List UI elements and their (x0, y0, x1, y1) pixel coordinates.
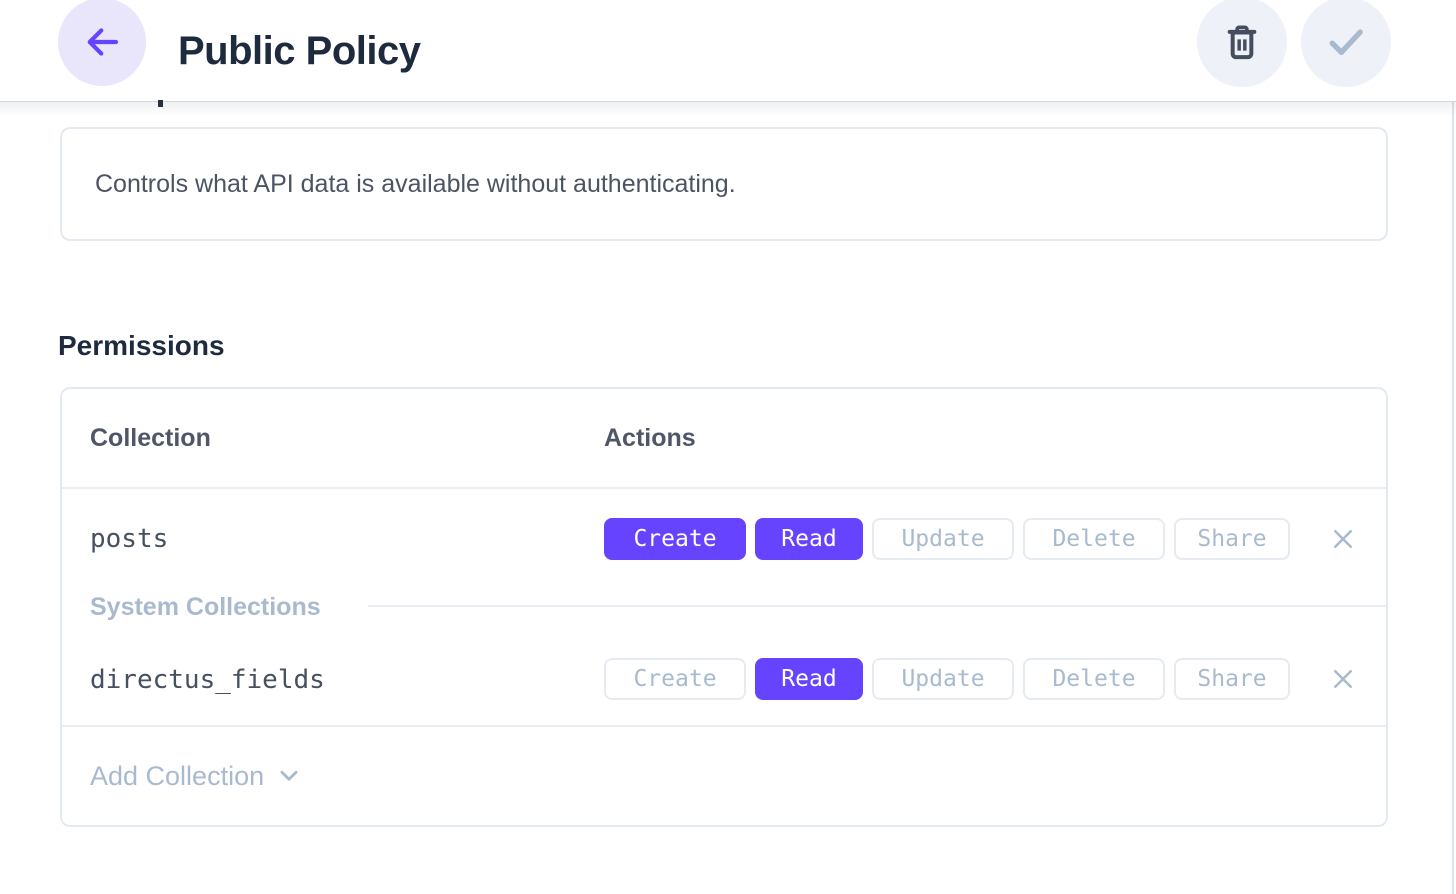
description-input[interactable]: Controls what API data is available with… (60, 127, 1388, 241)
actions-group-posts: Create Read Update Delete Share (604, 518, 1290, 560)
collection-name-directus-fields: directus_fields (90, 665, 325, 695)
remove-row-posts-button[interactable] (1326, 522, 1360, 556)
app-header: Public Policy (0, 0, 1456, 102)
action-create-button[interactable]: Create (604, 658, 746, 700)
action-create-button[interactable]: Create (604, 518, 746, 560)
clipped-field-label-fragment (158, 100, 163, 107)
action-read-button[interactable]: Read (755, 658, 863, 700)
delete-policy-button[interactable] (1197, 0, 1287, 87)
add-collection-button[interactable]: Add Collection (90, 727, 302, 825)
collection-name-posts: posts (90, 524, 168, 554)
save-button[interactable] (1301, 0, 1391, 87)
back-button[interactable] (58, 0, 146, 86)
actions-group-directus-fields: Create Read Update Delete Share (604, 658, 1290, 700)
remove-row-directus-fields-button[interactable] (1326, 662, 1360, 696)
system-collections-divider-label: System Collections (90, 593, 321, 622)
action-delete-button[interactable]: Delete (1023, 658, 1165, 700)
action-update-button[interactable]: Update (872, 518, 1014, 560)
action-delete-button[interactable]: Delete (1023, 518, 1165, 560)
column-header-collection: Collection (90, 389, 211, 487)
action-update-button[interactable]: Update (872, 658, 1014, 700)
description-value: Controls what API data is available with… (95, 170, 736, 199)
close-icon (1328, 664, 1358, 694)
action-read-button[interactable]: Read (755, 518, 863, 560)
content-right-border (1452, 0, 1454, 894)
permissions-table-header: Collection Actions (62, 389, 1386, 489)
action-share-button[interactable]: Share (1174, 658, 1290, 700)
trash-icon (1222, 22, 1262, 62)
permissions-heading: Permissions (58, 330, 225, 362)
chevron-down-icon (276, 763, 302, 789)
system-collections-divider-line (368, 605, 1386, 607)
permissions-table: Collection Actions posts Create Read Upd… (60, 387, 1388, 827)
arrow-left-icon (81, 21, 123, 63)
column-header-actions: Actions (604, 389, 696, 487)
add-collection-label: Add Collection (90, 761, 264, 792)
policy-detail-screen: Public Policy Controls what (0, 0, 1456, 894)
check-icon (1323, 19, 1369, 65)
action-share-button[interactable]: Share (1174, 518, 1290, 560)
permissions-table-footer: Add Collection (62, 725, 1386, 825)
close-icon (1328, 524, 1358, 554)
page-title: Public Policy (178, 0, 420, 102)
